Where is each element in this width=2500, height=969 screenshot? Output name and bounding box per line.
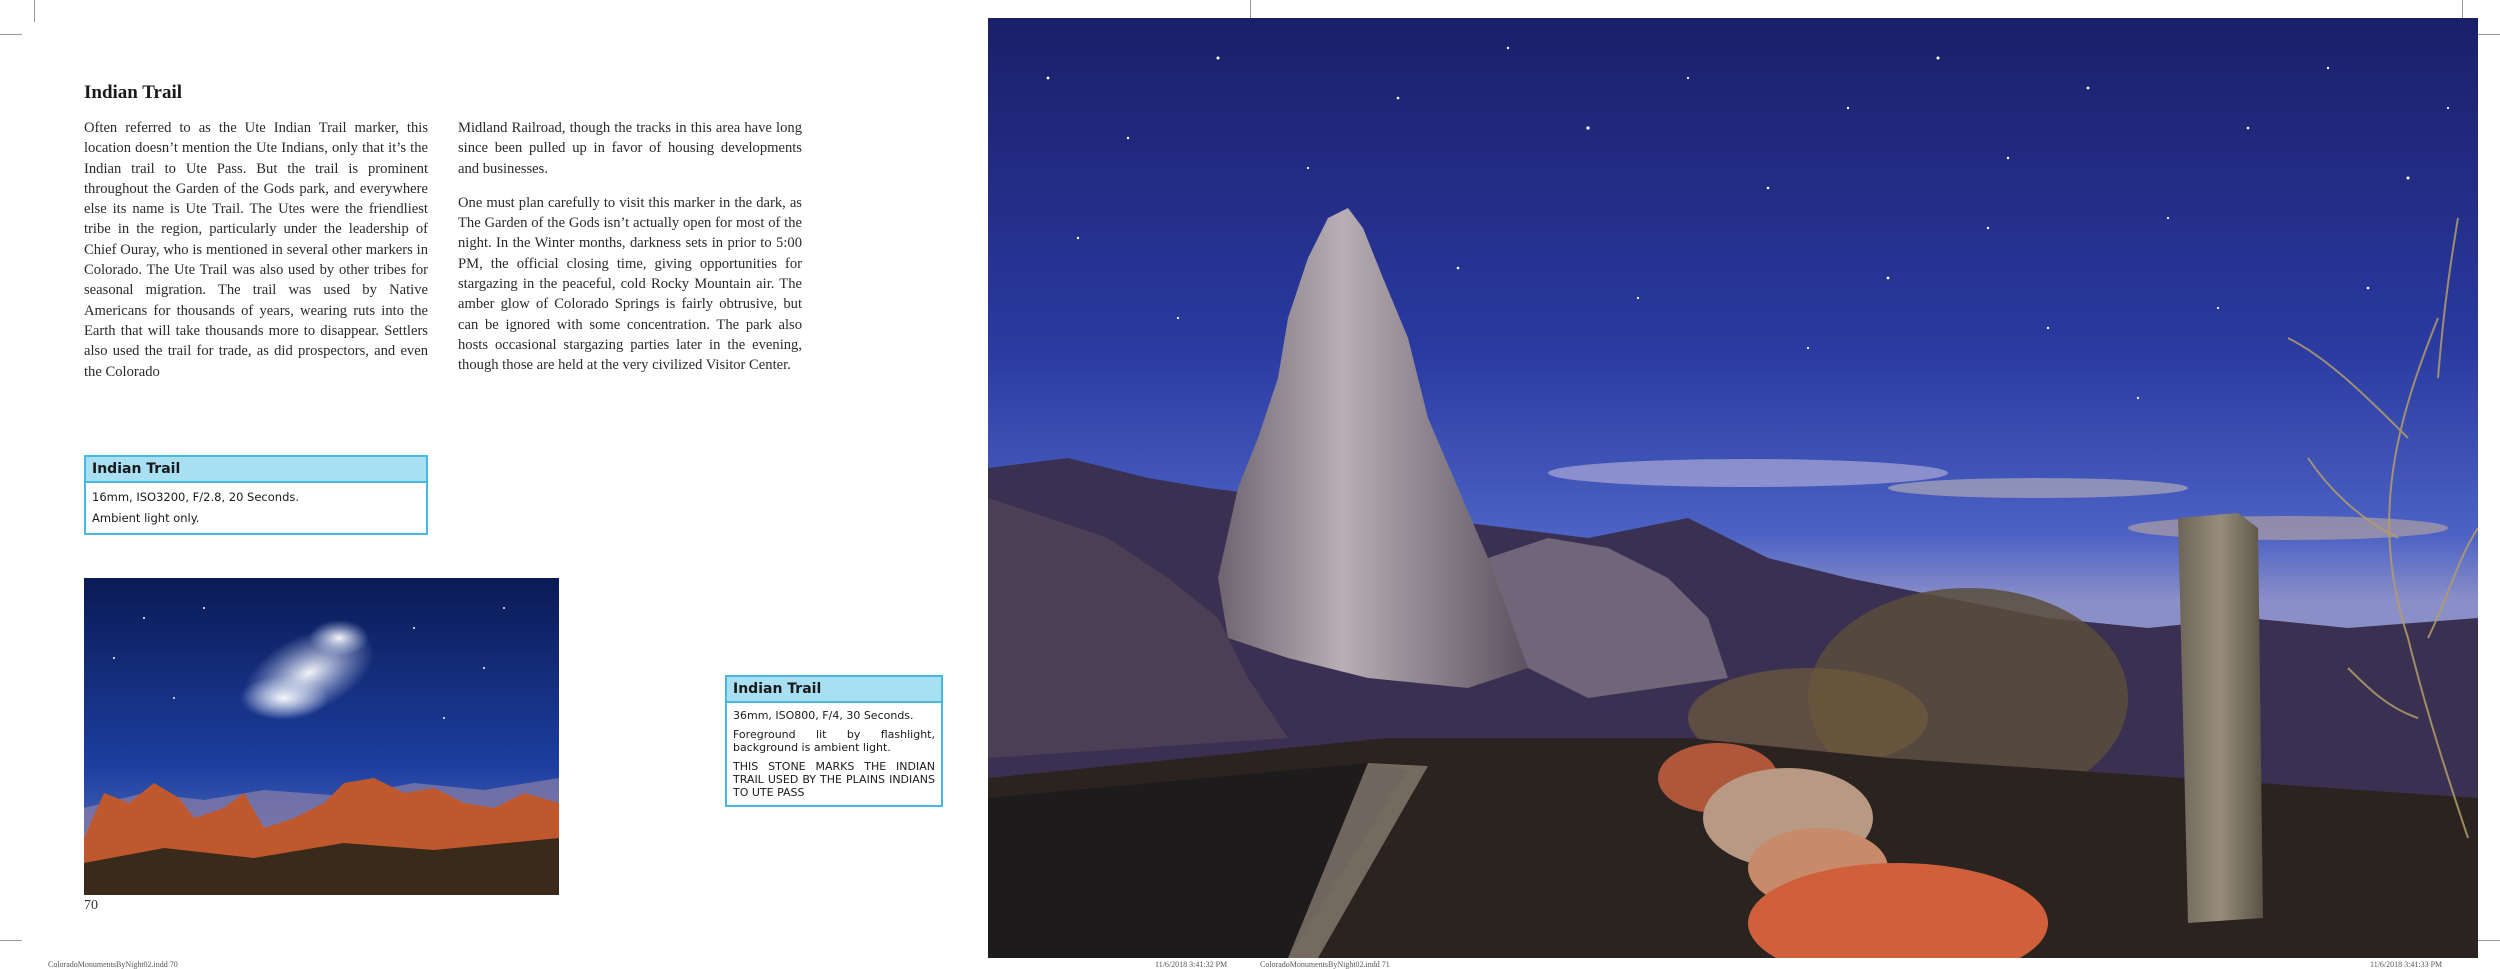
page-number: 70 bbox=[84, 898, 98, 913]
crop-mark bbox=[34, 0, 35, 22]
text-column-1: Often referred to as the Ute Indian Trai… bbox=[84, 118, 428, 396]
article-heading: Indian Trail bbox=[84, 82, 183, 103]
text-column-2: Midland Railroad, though the tracks in t… bbox=[458, 118, 802, 390]
paragraph: Midland Railroad, though the tracks in t… bbox=[458, 120, 802, 177]
crop-mark bbox=[0, 940, 22, 941]
photo-info-box: Indian Trail 16mm, ISO3200, F/2.8, 20 Se… bbox=[84, 455, 428, 535]
photo-info-box: Indian Trail 36mm, ISO800, F/4, 30 Secon… bbox=[725, 675, 943, 807]
crop-mark bbox=[2478, 34, 2500, 35]
paragraph: One must plan carefully to visit this ma… bbox=[458, 194, 802, 374]
night-sky-photo bbox=[84, 578, 559, 895]
info-box-title: Indian Trail bbox=[86, 457, 426, 483]
crop-mark bbox=[0, 34, 22, 35]
lighting-note: Foreground lit by flashlight, background… bbox=[733, 728, 935, 754]
marker-inscription: THIS STONE MARKS THE INDIAN TRAIL USED B… bbox=[733, 760, 935, 799]
camera-settings: 36mm, ISO800, F/4, 30 Seconds. bbox=[733, 709, 914, 722]
camera-settings: 16mm, ISO3200, F/2.8, 20 Seconds. bbox=[92, 490, 300, 504]
indian-trail-marker-photo bbox=[988, 18, 2478, 958]
paragraph: Often referred to as the Ute Indian Trai… bbox=[84, 120, 428, 380]
info-box-title: Indian Trail bbox=[727, 677, 941, 703]
lighting-note: Ambient light only. bbox=[92, 511, 200, 525]
crop-mark bbox=[2478, 940, 2500, 941]
